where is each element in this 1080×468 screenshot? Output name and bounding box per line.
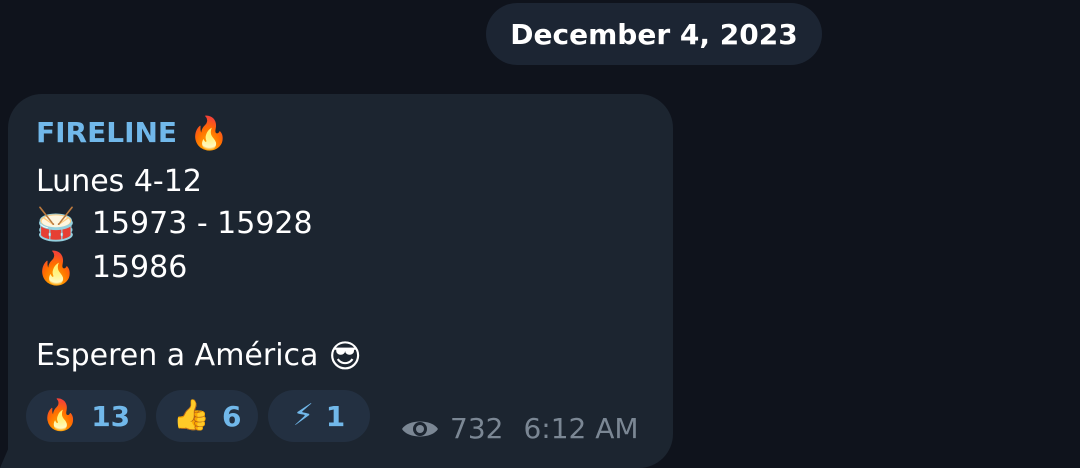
message-line-text: Esperen a América <box>36 338 319 373</box>
message-line-text: 15973 - 15928 <box>91 206 313 241</box>
message-line-text: 15986 <box>91 250 188 285</box>
reaction-fire[interactable]: 🔥 13 <box>26 390 146 442</box>
fire-emoji-icon: 🔥 <box>41 398 80 433</box>
view-count: 732 <box>450 412 504 445</box>
reaction-count: 13 <box>91 399 131 433</box>
thumbs-up-emoji-icon: 👍 <box>172 398 210 433</box>
sunglasses-emoji-icon: 😎 <box>328 336 362 375</box>
reaction-thumbs-up[interactable]: 👍 6 <box>156 390 258 442</box>
reaction-lightning[interactable]: ⚡ 1 <box>268 390 370 442</box>
fire-emoji-icon: 🔥 <box>36 248 76 287</box>
sender-label: FIRELINE <box>36 116 178 149</box>
message-time: 6:12 AM <box>523 412 639 445</box>
message-line: 🥁 15973 - 15928 <box>36 206 313 241</box>
fire-emoji-icon: 🔥 <box>189 113 229 152</box>
reaction-count: 6 <box>221 399 242 433</box>
eye-icon <box>402 421 438 436</box>
sender-name[interactable]: FIRELINE 🔥 <box>36 116 229 149</box>
message-meta: 732 6:12 AM <box>400 412 639 445</box>
drum-emoji-icon: 🥁 <box>36 204 76 243</box>
message-line: 🔥 15986 <box>36 250 187 285</box>
message-line: Esperen a América 😎 <box>36 338 362 373</box>
message-bubble-tail <box>0 440 12 468</box>
date-separator: December 4, 2023 <box>486 3 822 65</box>
message-line: Lunes 4-12 <box>36 164 202 199</box>
message-line-text: Lunes 4-12 <box>36 164 202 199</box>
reaction-count: 1 <box>325 399 346 433</box>
lightning-emoji-icon: ⚡ <box>292 398 314 433</box>
